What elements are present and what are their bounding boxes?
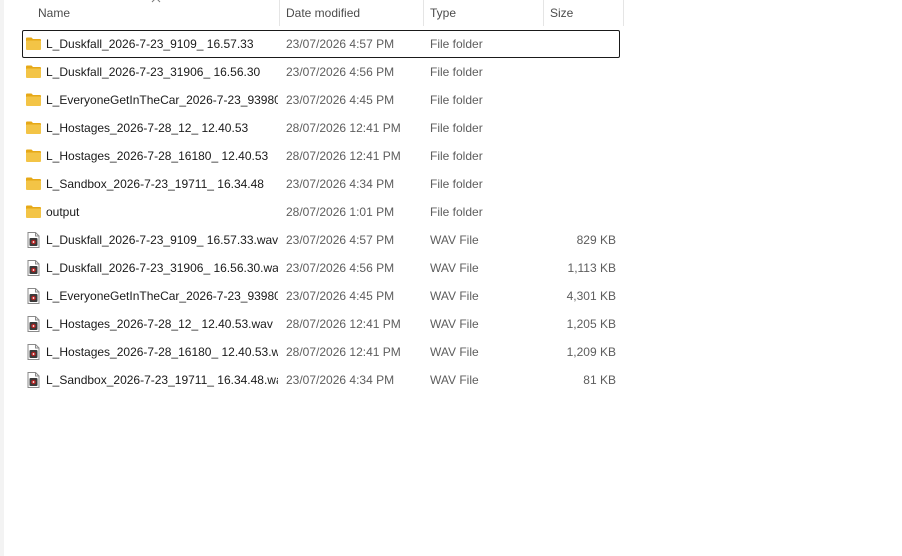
row-type: WAV File	[430, 373, 479, 387]
file-list-row[interactable]: L_Duskfall_2026-7-23_9109_ 16.57.33 23/07…	[22, 30, 620, 58]
row-size	[544, 198, 616, 226]
audio-file-icon	[25, 254, 43, 282]
row-date-modified: 28/07/2026 12:41 PM	[286, 149, 401, 163]
row-size: 829 KB	[576, 233, 616, 247]
row-name: L_EveryoneGetInTheCar_2026-7-23_93980...	[46, 289, 278, 303]
row-name: L_Sandbox_2026-7-23_19711_ 16.34.48.wav	[46, 373, 278, 387]
row-size	[544, 142, 616, 170]
column-header-date-modified[interactable]: Date modified	[280, 0, 424, 26]
file-list-row[interactable]: L_Sandbox_2026-7-23_19711_ 16.34.48 23/07…	[22, 170, 620, 198]
row-size: 4,301 KB	[566, 289, 616, 303]
row-size: 1,209 KB	[566, 345, 616, 359]
file-list-row[interactable]: L_Hostages_2026-7-28_16180_ 12.40.53 28/0…	[22, 142, 620, 170]
folder-icon	[25, 30, 43, 58]
file-list-row[interactable]: L_Sandbox_2026-7-23_19711_ 16.34.48.wav 2…	[22, 366, 620, 394]
column-header-size[interactable]: Size	[544, 0, 624, 26]
file-list-row[interactable]: L_Hostages_2026-7-28_12_ 12.40.53.wav 28/…	[22, 310, 620, 338]
row-size: 1,113 KB	[567, 261, 616, 275]
folder-icon	[25, 170, 43, 198]
row-date-modified: 28/07/2026 12:41 PM	[286, 345, 401, 359]
audio-file-icon	[25, 310, 43, 338]
row-type: File folder	[430, 205, 483, 219]
row-name: L_Hostages_2026-7-28_16180_ 12.40.53.wav	[46, 345, 278, 359]
folder-icon	[25, 58, 43, 86]
row-name: L_Duskfall_2026-7-23_31906_ 16.56.30.wav	[46, 261, 278, 275]
row-size	[544, 30, 616, 58]
file-list-pane: Name Date modified Type Size L_Duskfall_…	[0, 0, 902, 556]
row-type: File folder	[430, 37, 483, 51]
row-size	[544, 114, 616, 142]
file-list-row[interactable]: output 28/07/2026 1:01 PM File folder	[22, 198, 620, 226]
file-list-row[interactable]: L_Hostages_2026-7-28_12_ 12.40.53 28/07/2…	[22, 114, 620, 142]
row-size	[544, 86, 616, 114]
file-list-row[interactable]: L_Hostages_2026-7-28_16180_ 12.40.53.wav…	[22, 338, 620, 366]
row-type: File folder	[430, 65, 483, 79]
file-list: L_Duskfall_2026-7-23_9109_ 16.57.33 23/07…	[22, 30, 620, 394]
audio-file-icon	[25, 282, 43, 310]
row-date-modified: 28/07/2026 12:41 PM	[286, 121, 401, 135]
folder-icon	[25, 142, 43, 170]
audio-file-icon	[25, 226, 43, 254]
row-date-modified: 23/07/2026 4:56 PM	[286, 65, 395, 79]
column-header-bar: Name Date modified Type Size	[22, 0, 624, 26]
audio-file-icon	[25, 366, 43, 394]
folder-icon	[25, 198, 43, 226]
column-header-name[interactable]: Name	[22, 0, 280, 26]
row-size	[544, 170, 616, 198]
row-type: WAV File	[430, 317, 479, 331]
row-type: WAV File	[430, 289, 479, 303]
row-date-modified: 23/07/2026 4:57 PM	[286, 37, 395, 51]
row-date-modified: 28/07/2026 12:41 PM	[286, 317, 401, 331]
row-type: File folder	[430, 149, 483, 163]
folder-icon	[25, 114, 43, 142]
row-name: L_Duskfall_2026-7-23_9109_ 16.57.33	[46, 37, 254, 51]
row-name: L_Hostages_2026-7-28_12_ 12.40.53.wav	[46, 317, 273, 331]
row-date-modified: 23/07/2026 4:57 PM	[286, 233, 395, 247]
row-type: File folder	[430, 93, 483, 107]
row-date-modified: 23/07/2026 4:34 PM	[286, 373, 395, 387]
row-name: L_Duskfall_2026-7-23_9109_ 16.57.33.wav	[46, 233, 278, 247]
audio-file-icon	[25, 338, 43, 366]
row-type: WAV File	[430, 345, 479, 359]
row-size	[544, 58, 616, 86]
row-type: WAV File	[430, 233, 479, 247]
row-name: L_Hostages_2026-7-28_12_ 12.40.53	[46, 121, 249, 135]
row-size: 1,205 KB	[566, 317, 616, 331]
navigation-pane-edge	[0, 0, 4, 556]
row-name: L_Duskfall_2026-7-23_31906_ 16.56.30	[46, 65, 261, 79]
file-list-row[interactable]: L_Duskfall_2026-7-23_31906_ 16.56.30.wav…	[22, 254, 620, 282]
row-date-modified: 28/07/2026 1:01 PM	[286, 205, 395, 219]
row-name: output	[46, 205, 80, 219]
file-list-row[interactable]: L_EveryoneGetInTheCar_2026-7-23_93980...…	[22, 86, 620, 114]
folder-icon	[25, 86, 43, 114]
row-date-modified: 23/07/2026 4:45 PM	[286, 93, 395, 107]
row-type: File folder	[430, 121, 483, 135]
row-type: File folder	[430, 177, 483, 191]
row-date-modified: 23/07/2026 4:34 PM	[286, 177, 395, 191]
row-date-modified: 23/07/2026 4:56 PM	[286, 261, 395, 275]
column-header-type[interactable]: Type	[424, 0, 544, 26]
file-list-row[interactable]: L_Duskfall_2026-7-23_31906_ 16.56.30 23/0…	[22, 58, 620, 86]
row-name: L_Sandbox_2026-7-23_19711_ 16.34.48	[46, 177, 264, 191]
file-list-row[interactable]: L_Duskfall_2026-7-23_9109_ 16.57.33.wav 2…	[22, 226, 620, 254]
row-size: 81 KB	[583, 373, 616, 387]
row-date-modified: 23/07/2026 4:45 PM	[286, 289, 395, 303]
row-name: L_EveryoneGetInTheCar_2026-7-23_93980...	[46, 93, 278, 107]
row-name: L_Hostages_2026-7-28_16180_ 12.40.53	[46, 149, 269, 163]
row-type: WAV File	[430, 261, 479, 275]
file-list-row[interactable]: L_EveryoneGetInTheCar_2026-7-23_93980...…	[22, 282, 620, 310]
